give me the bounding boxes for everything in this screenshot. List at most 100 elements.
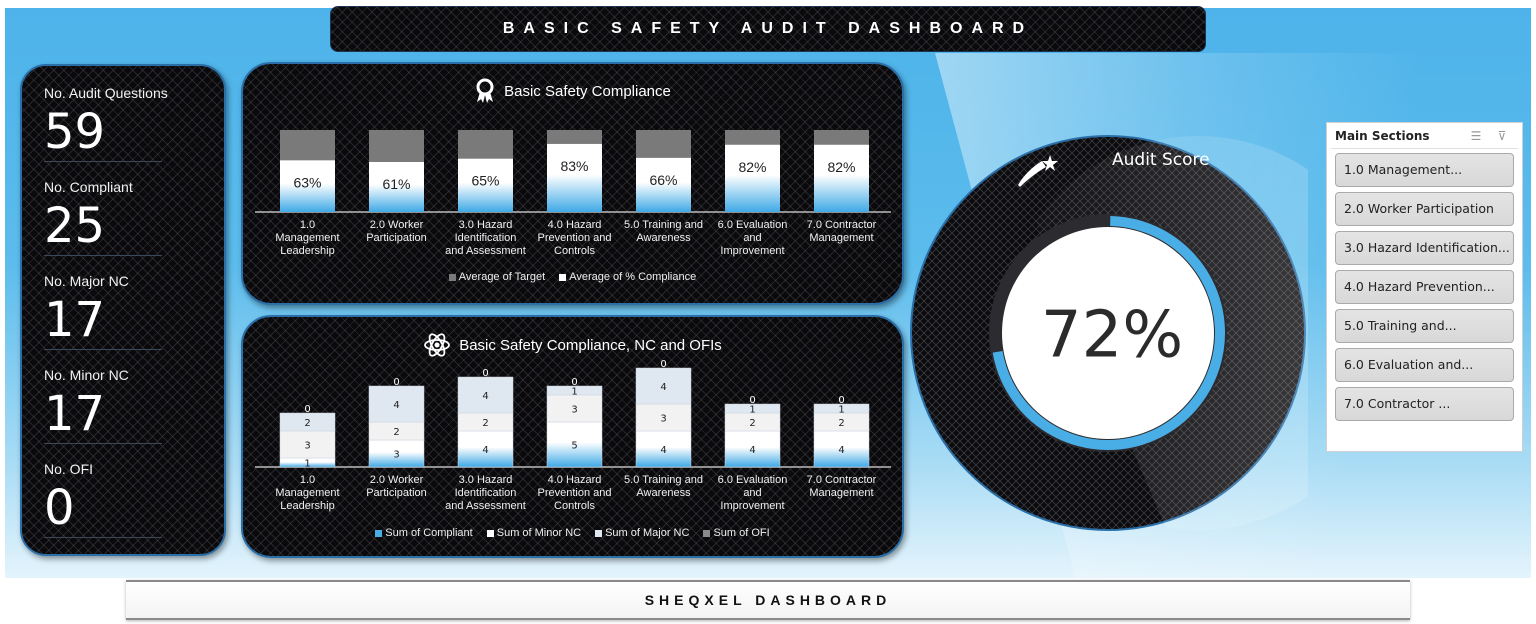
category-label: 1.0 [300,219,315,231]
category-label: 3.0 Hazard [459,474,513,486]
category-label: Management [275,487,339,499]
category-label: Controls [554,500,595,512]
kpi-value: 0 [44,480,162,538]
category-label: 2.0 Worker [370,474,424,486]
multi-select-icon[interactable]: ☰ [1466,128,1486,144]
slicer-item[interactable]: 3.0 Hazard Identification... [1335,231,1514,265]
category-label: Leadership [280,245,334,257]
category-label: 6.0 Evaluation [718,219,788,231]
category-label: Awareness [636,232,691,244]
kpi-ofi: No. OFI 0 [44,458,202,552]
data-label: 1 [838,405,844,416]
kpi-value: 25 [44,198,162,256]
kpi-major-nc: No. Major NC 17 [44,270,202,364]
nc-ofi-chart[interactable]: Basic Safety Compliance, NC and OFIs 132… [241,315,904,558]
data-label: 2 [749,418,755,429]
slicer-items: 1.0 Management... 2.0 Worker Participati… [1327,149,1522,430]
data-label: 65% [471,173,499,189]
category-label: 2.0 Worker [370,219,424,231]
slicer-header: Main Sections ☰ ⊽ [1331,123,1518,149]
category-label: 4.0 Hazard [548,474,602,486]
data-label: 82% [738,159,766,175]
data-label: 4 [482,391,488,402]
main-sections-slicer: Main Sections ☰ ⊽ 1.0 Management... 2.0 … [1326,122,1523,452]
kpi-label: No. OFI [44,461,94,477]
data-label: 1 [749,405,755,416]
data-label: 2 [838,418,844,429]
data-label: 2 [304,418,310,429]
data-label: 63% [293,174,321,190]
data-label: 4 [393,400,399,411]
data-label: 4 [749,445,755,456]
slicer-item[interactable]: 7.0 Contractor ... [1335,387,1514,421]
category-label: Controls [554,245,595,257]
data-label: 0 [838,395,844,406]
category-label: Leadership [280,500,334,512]
compliance-bar [725,144,780,212]
audit-score-gauge: Audit Score 72% [910,133,1308,533]
kpi-value: 59 [44,104,162,162]
data-label: 3 [571,405,577,416]
kpi-label: No. Audit Questions [44,85,168,101]
kpi-minor-nc: No. Minor NC 17 [44,364,202,458]
data-label: 3 [393,450,399,461]
category-label: and Assessment [445,500,526,512]
category-label: Improvement [720,245,784,257]
category-label: Prevention and [538,232,612,244]
data-label: 82% [827,159,855,175]
data-label: 0 [571,377,577,388]
category-label: 7.0 Contractor [807,474,877,486]
chart-legend: Average of Target Average of % Complianc… [243,271,902,283]
footer-banner: SHEQXEL DASHBOARD [126,580,1410,620]
legend-item-major-nc[interactable]: Sum of Major NC [595,527,689,539]
compliance-bar [814,144,869,212]
kpi-value: 17 [44,386,162,444]
data-label: 0 [660,359,666,370]
data-label: 0 [749,395,755,406]
category-label: 4.0 Hazard [548,219,602,231]
data-label: 2 [482,418,488,429]
legend-item-ofi[interactable]: Sum of OFI [703,527,770,539]
category-label: 3.0 Hazard [459,219,513,231]
category-label: Management [275,232,339,244]
category-label: 5.0 Training and [624,474,703,486]
data-label: 4 [482,445,488,456]
clear-filter-icon[interactable]: ⊽ [1492,128,1512,144]
data-label: 0 [304,404,310,415]
category-label: Improvement [720,500,784,512]
category-label: Participation [366,232,427,244]
data-label: 1 [571,387,577,398]
kpi-label: No. Major NC [44,273,129,289]
slicer-item[interactable]: 2.0 Worker Participation [1335,192,1514,226]
kpi-compliant: No. Compliant 25 [44,176,202,270]
legend-item-target[interactable]: Average of Target [448,271,545,283]
category-label: 5.0 Training and [624,219,703,231]
category-label: 7.0 Contractor [807,219,877,231]
category-label: Participation [366,487,427,499]
gauge-value: 72% [1041,299,1183,373]
data-label: 2 [393,427,399,438]
nc-ofi-plot: 13203240424053104340421042101.0Managemen… [255,359,891,512]
kpi-label: No. Compliant [44,179,133,195]
data-label: 0 [393,377,399,388]
kpi-value: 17 [44,292,162,350]
data-label: 3 [304,441,310,452]
slicer-item[interactable]: 5.0 Training and... [1335,309,1514,343]
slicer-item[interactable]: 4.0 Hazard Prevention... [1335,270,1514,304]
legend-item-compliant[interactable]: Sum of Compliant [375,527,473,539]
data-label: 4 [660,382,666,393]
data-label: 61% [382,176,410,192]
legend-item-minor-nc[interactable]: Sum of Minor NC [486,527,581,539]
slicer-item[interactable]: 6.0 Evaluation and... [1335,348,1514,382]
data-label: 5 [571,441,577,452]
compliance-chart[interactable]: Basic Safety Compliance 63% 61% 65% 83% 66% 8… [241,62,904,305]
data-label: 0 [482,368,488,379]
category-label: 1.0 [300,474,315,486]
data-label: 4 [838,445,844,456]
category-label: and Assessment [445,245,526,257]
legend-item-compliance[interactable]: Average of % Compliance [559,271,696,283]
data-label: 66% [649,172,677,188]
slicer-item[interactable]: 1.0 Management... [1335,153,1514,187]
category-label: Identification [455,487,517,499]
chart-legend: Sum of Compliant Sum of Minor NC Sum of … [243,527,902,539]
